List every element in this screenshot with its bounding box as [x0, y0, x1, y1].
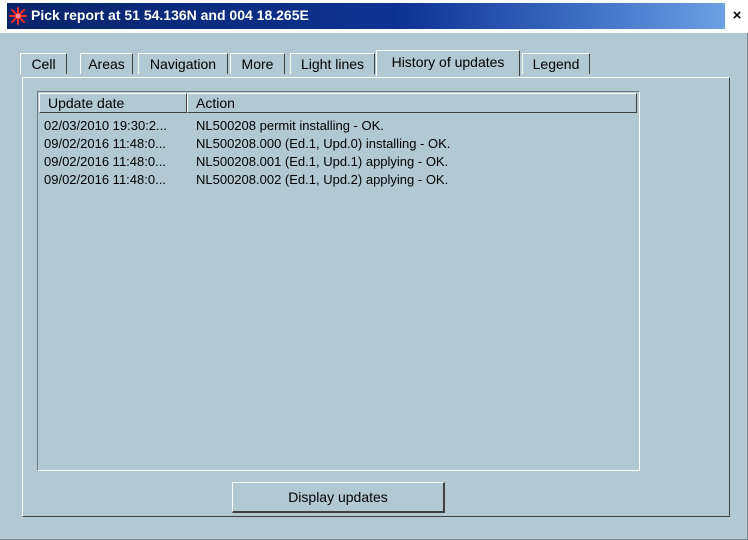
- action-cell: NL500208.001 (Ed.1, Upd.1) applying - OK…: [196, 154, 449, 169]
- display-updates-button[interactable]: Display updates: [232, 482, 445, 513]
- list-item[interactable]: 09/02/2016 11:48:0... NL500208.002 (Ed.1…: [41, 171, 636, 189]
- updates-list[interactable]: Update date Action 02/03/2010 19:30:2...…: [37, 91, 640, 471]
- update-date-cell: 09/02/2016 11:48:0...: [44, 172, 166, 187]
- pick-report-window: Pick report at 51 54.136N and 004 18.265…: [0, 0, 748, 540]
- action-cell: NL500208 permit installing - OK.: [196, 118, 384, 133]
- action-cell: NL500208.000 (Ed.1, Upd.0) installing - …: [196, 136, 451, 151]
- list-item[interactable]: 02/03/2010 19:30:2... NL500208 permit in…: [41, 117, 636, 135]
- window-title: Pick report at 51 54.136N and 004 18.265…: [31, 7, 309, 23]
- column-update-date[interactable]: Update date: [39, 93, 187, 113]
- update-date-cell: 02/03/2010 19:30:2...: [44, 118, 167, 133]
- list-item[interactable]: 09/02/2016 11:48:0... NL500208.001 (Ed.1…: [41, 153, 636, 171]
- tab-legend[interactable]: Legend: [522, 53, 590, 74]
- list-item[interactable]: 09/02/2016 11:48:0... NL500208.000 (Ed.1…: [41, 135, 636, 153]
- tab-navigation[interactable]: Navigation: [138, 53, 228, 74]
- tab-more[interactable]: More: [230, 53, 285, 74]
- list-header: Update date Action: [39, 93, 637, 113]
- tab-cell[interactable]: Cell: [20, 53, 67, 74]
- tab-history-of-updates[interactable]: History of updates: [376, 50, 520, 76]
- update-date-cell: 09/02/2016 11:48:0...: [44, 136, 166, 151]
- column-action[interactable]: Action: [187, 93, 637, 113]
- tab-light-lines[interactable]: Light lines: [290, 53, 375, 74]
- title-bar[interactable]: Pick report at 51 54.136N and 004 18.265…: [0, 0, 748, 33]
- action-cell: NL500208.002 (Ed.1, Upd.2) applying - OK…: [196, 172, 449, 187]
- tab-areas[interactable]: Areas: [80, 53, 133, 74]
- update-date-cell: 09/02/2016 11:48:0...: [44, 154, 166, 169]
- star-burst-icon: [9, 7, 27, 25]
- close-icon[interactable]: ×: [728, 7, 746, 25]
